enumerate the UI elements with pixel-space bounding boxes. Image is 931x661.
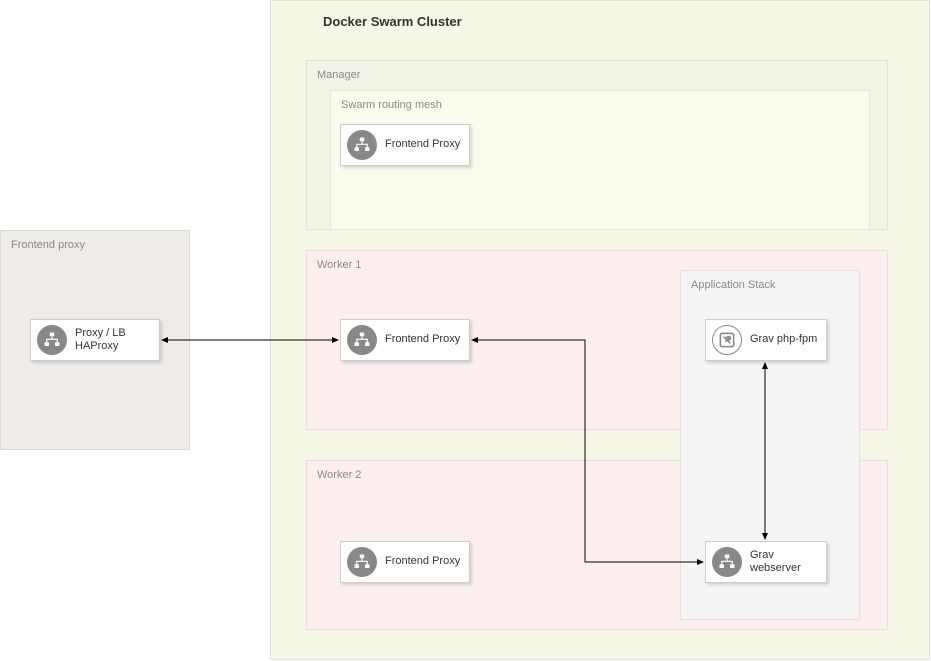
webserver-label: Grav webserver xyxy=(750,549,820,575)
worker1-label: Worker 1 xyxy=(317,259,361,271)
app-icon xyxy=(712,325,742,355)
haproxy-node: Proxy / LB HAProxy xyxy=(30,319,160,361)
cluster-title: Docker Swarm Cluster xyxy=(323,14,462,29)
phpfpm-label: Grav php-fpm xyxy=(750,333,817,346)
mesh-label: Swarm routing mesh xyxy=(341,99,442,111)
worker2-proxy-node: Frontend Proxy xyxy=(340,541,470,583)
manager-label: Manager xyxy=(317,69,360,81)
manager-proxy-node: Frontend Proxy xyxy=(340,124,470,166)
worker2-proxy-label: Frontend Proxy xyxy=(385,555,460,568)
worker1-proxy-node: Frontend Proxy xyxy=(340,319,470,361)
network-icon xyxy=(347,547,377,577)
network-icon xyxy=(37,325,67,355)
haproxy-line1: Proxy / LB xyxy=(75,327,126,340)
haproxy-line2: HAProxy xyxy=(75,340,126,353)
haproxy-label: Proxy / LB HAProxy xyxy=(75,327,126,353)
external-frontend-label: Frontend proxy xyxy=(11,239,85,251)
network-icon xyxy=(712,547,742,577)
app-stack-label: Application Stack xyxy=(691,279,775,291)
network-icon xyxy=(347,325,377,355)
worker2-label: Worker 2 xyxy=(317,469,361,481)
network-icon xyxy=(347,130,377,160)
worker1-proxy-label: Frontend Proxy xyxy=(385,333,460,346)
webserver-node: Grav webserver xyxy=(705,541,827,583)
phpfpm-node: Grav php-fpm xyxy=(705,319,827,361)
manager-proxy-label: Frontend Proxy xyxy=(385,138,460,151)
